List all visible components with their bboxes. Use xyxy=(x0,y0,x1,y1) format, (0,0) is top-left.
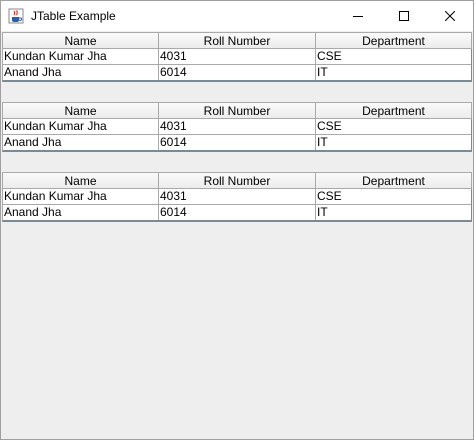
cell-name[interactable]: Anand Jha xyxy=(3,65,159,80)
cell-name[interactable]: Anand Jha xyxy=(3,205,159,220)
maximize-button[interactable] xyxy=(381,1,427,31)
table-row[interactable]: Anand Jha 6014 IT xyxy=(3,135,471,150)
column-header-roll-number[interactable]: Roll Number xyxy=(159,173,316,188)
data-table-1: Name Roll Number Department Kundan Kumar… xyxy=(2,32,472,82)
table-body: Kundan Kumar Jha 4031 CSE Anand Jha 6014… xyxy=(2,49,472,82)
close-button[interactable] xyxy=(427,1,473,31)
cell-department[interactable]: IT xyxy=(316,205,471,220)
column-header-roll-number[interactable]: Roll Number xyxy=(159,33,316,48)
table-row[interactable]: Kundan Kumar Jha 4031 CSE xyxy=(3,119,471,135)
table-body: Kundan Kumar Jha 4031 CSE Anand Jha 6014… xyxy=(2,189,472,222)
table-header: Name Roll Number Department xyxy=(2,172,472,189)
cell-roll-number[interactable]: 4031 xyxy=(159,189,316,204)
cell-name[interactable]: Kundan Kumar Jha xyxy=(3,49,159,64)
cell-department[interactable]: IT xyxy=(316,65,471,80)
cell-department[interactable]: CSE xyxy=(316,119,471,134)
column-header-name[interactable]: Name xyxy=(3,33,159,48)
content-pane: Name Roll Number Department Kundan Kumar… xyxy=(1,31,473,439)
cell-roll-number[interactable]: 6014 xyxy=(159,65,316,80)
cell-roll-number[interactable]: 4031 xyxy=(159,49,316,64)
title-bar[interactable]: JTable Example xyxy=(1,1,473,31)
table-header: Name Roll Number Department xyxy=(2,32,472,49)
table-row[interactable]: Anand Jha 6014 IT xyxy=(3,205,471,220)
column-header-department[interactable]: Department xyxy=(316,173,471,188)
cell-name[interactable]: Anand Jha xyxy=(3,135,159,150)
data-table-2: Name Roll Number Department Kundan Kumar… xyxy=(2,102,472,152)
column-header-name[interactable]: Name xyxy=(3,103,159,118)
cell-department[interactable]: IT xyxy=(316,135,471,150)
cell-name[interactable]: Kundan Kumar Jha xyxy=(3,119,159,134)
table-row[interactable]: Kundan Kumar Jha 4031 CSE xyxy=(3,189,471,205)
column-header-roll-number[interactable]: Roll Number xyxy=(159,103,316,118)
cell-name[interactable]: Kundan Kumar Jha xyxy=(3,189,159,204)
column-header-department[interactable]: Department xyxy=(316,103,471,118)
table-row[interactable]: Kundan Kumar Jha 4031 CSE xyxy=(3,49,471,65)
app-window: JTable Example Name Roll Number Departme… xyxy=(0,0,474,440)
table-row[interactable]: Anand Jha 6014 IT xyxy=(3,65,471,80)
cell-roll-number[interactable]: 6014 xyxy=(159,205,316,220)
minimize-icon xyxy=(353,16,363,17)
cell-department[interactable]: CSE xyxy=(316,189,471,204)
cell-roll-number[interactable]: 4031 xyxy=(159,119,316,134)
table-body: Kundan Kumar Jha 4031 CSE Anand Jha 6014… xyxy=(2,119,472,152)
close-icon xyxy=(445,11,455,21)
column-header-name[interactable]: Name xyxy=(3,173,159,188)
java-cup-icon[interactable] xyxy=(8,8,24,24)
data-table-3: Name Roll Number Department Kundan Kumar… xyxy=(2,172,472,222)
cell-roll-number[interactable]: 6014 xyxy=(159,135,316,150)
cell-department[interactable]: CSE xyxy=(316,49,471,64)
table-header: Name Roll Number Department xyxy=(2,102,472,119)
minimize-button[interactable] xyxy=(335,1,381,31)
column-header-department[interactable]: Department xyxy=(316,33,471,48)
window-controls xyxy=(335,1,473,31)
window-title: JTable Example xyxy=(31,9,116,23)
maximize-icon xyxy=(399,11,409,21)
